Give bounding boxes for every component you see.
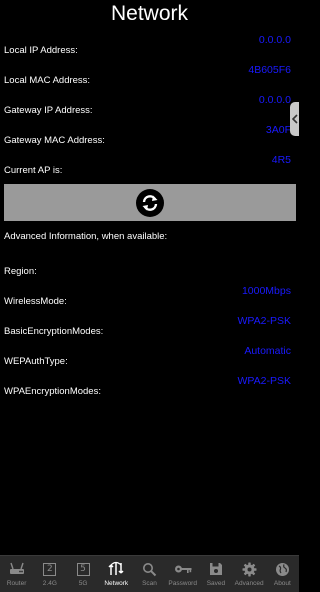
chevron-left-icon (291, 114, 298, 124)
row-label: BasicEncryptionModes: (4, 326, 104, 337)
gear-icon (240, 560, 258, 578)
globe-icon (273, 560, 291, 578)
info-row-region: Region: (0, 251, 299, 281)
nav-label: Router (6, 580, 27, 587)
row-value: 0.0.0.0 (258, 94, 291, 106)
box-number: 5 (76, 562, 90, 576)
info-row-current-ap: Current AP is: 4R5 (0, 150, 299, 180)
nav-item-password[interactable]: Password (166, 556, 199, 592)
row-value: 3A0F (265, 124, 291, 136)
refresh-icon (136, 188, 164, 217)
nav-item-scan[interactable]: Scan (133, 556, 166, 592)
box-5-icon: 5 (74, 560, 92, 578)
row-value: 1000Mbps (241, 285, 291, 297)
network-icon (107, 560, 125, 578)
search-icon (140, 560, 158, 578)
refresh-button[interactable] (4, 184, 296, 221)
nav-label: 5G (78, 580, 88, 587)
row-value: 0.0.0.0 (258, 34, 291, 46)
bottom-navigation: Router 2 2.4G 5 5G Network Scan Password… (0, 555, 299, 592)
nav-label: Password (168, 580, 197, 587)
info-row-wireless-mode: WirelessMode: 1000Mbps (0, 281, 299, 311)
row-label: Local IP Address: (4, 45, 78, 56)
info-row-wep-auth: WEPAuthType: Automatic (0, 341, 299, 371)
nav-label: 2.4G (42, 580, 57, 587)
box-number: 2 (43, 562, 57, 576)
page-title: Network (110, 2, 189, 25)
row-label: WEPAuthType: (4, 356, 68, 367)
nav-item-advanced[interactable]: Advanced (233, 556, 266, 592)
nav-item-2-4g[interactable]: 2 2.4G (33, 556, 66, 592)
row-label: Current AP is: (4, 165, 63, 176)
row-label: WirelessMode: (4, 296, 67, 307)
box-2-icon: 2 (41, 560, 59, 578)
row-label: Gateway MAC Address: (4, 135, 105, 146)
row-value: WPA2-PSK (237, 375, 291, 387)
nav-item-about[interactable]: About (266, 556, 299, 592)
save-icon (207, 560, 225, 578)
nav-item-network[interactable]: Network (100, 556, 133, 592)
nav-label: Scan (142, 580, 157, 587)
nav-label: Advanced (234, 580, 264, 587)
nav-label: About (273, 580, 291, 587)
row-label: Region: (4, 266, 37, 277)
key-icon (174, 560, 192, 578)
advanced-heading: Advanced Information, when available: (4, 231, 168, 242)
row-value: 4R5 (271, 154, 291, 166)
row-label: WPAEncryptionModes: (4, 386, 101, 397)
nav-label: Network (104, 580, 129, 587)
info-row-local-mac: Local MAC Address: 4B605F6 (0, 60, 299, 90)
nav-label: Saved (206, 580, 226, 587)
info-row-local-ip: Local IP Address: 0.0.0.0 (0, 30, 299, 60)
info-row-gateway-ip: Gateway IP Address: 0.0.0.0 (0, 90, 299, 120)
row-value: Automatic (244, 345, 291, 357)
nav-item-router[interactable]: Router (0, 556, 33, 592)
row-label: Local MAC Address: (4, 75, 91, 86)
row-value: 4B605F6 (248, 64, 291, 76)
router-icon (8, 560, 26, 578)
info-row-wpa-encryption: WPAEncryptionModes: WPA2-PSK (0, 371, 299, 401)
info-row-basic-encryption: BasicEncryptionModes: WPA2-PSK (0, 311, 299, 341)
info-row-gateway-mac: Gateway MAC Address: 3A0F (0, 120, 299, 150)
row-value: WPA2-PSK (237, 315, 291, 327)
nav-item-saved[interactable]: Saved (199, 556, 232, 592)
nav-item-5g[interactable]: 5 5G (66, 556, 99, 592)
side-drawer-handle[interactable] (290, 102, 299, 136)
row-label: Gateway IP Address: (4, 105, 93, 116)
